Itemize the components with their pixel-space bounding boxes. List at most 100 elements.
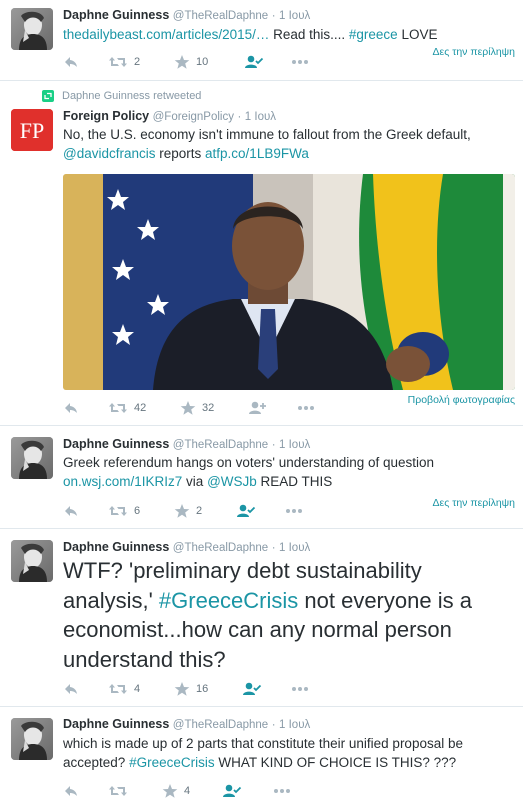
retweet-icon: [108, 783, 128, 799]
tweet-text: which is made up of 2 parts that constit…: [63, 734, 503, 772]
more-button[interactable]: [290, 681, 310, 697]
retweet-count: 4: [134, 683, 141, 695]
author-name[interactable]: Daphne Guinness: [63, 437, 169, 451]
more-button[interactable]: [272, 783, 292, 799]
reply-icon: [63, 783, 79, 799]
reply-button[interactable]: [63, 503, 79, 519]
avatar[interactable]: FP: [11, 109, 53, 151]
fp-logo-text: FP: [20, 118, 44, 143]
like-button[interactable]: 16: [174, 681, 208, 697]
hashtag-link[interactable]: #greece: [349, 27, 398, 42]
retweet-badge-icon: [42, 90, 54, 102]
like-star-icon: [174, 681, 190, 697]
mention-link[interactable]: @WSJb: [207, 474, 257, 489]
retweet-count: 2: [134, 56, 141, 68]
like-count: 10: [196, 56, 209, 68]
foreign-policy-logo: FP: [11, 109, 53, 151]
tweet-link[interactable]: on.wsj.com/1IKRIz7: [63, 474, 182, 489]
mention-link[interactable]: @davidcfrancis: [63, 146, 156, 161]
retweet-button[interactable]: 4: [108, 681, 140, 697]
tweet-1[interactable]: Daphne Guinness @TheRealDaphne · 1 Ιουλ …: [0, 0, 523, 81]
avatar-image: [11, 8, 53, 50]
view-summary-link[interactable]: Δες την περίληψη: [433, 497, 515, 509]
author-name[interactable]: Daphne Guinness: [63, 8, 169, 22]
like-button[interactable]: 32: [180, 400, 214, 416]
more-button[interactable]: [296, 400, 316, 416]
tweet-5[interactable]: Daphne Guinness @TheRealDaphne · 1 Ιουλ …: [0, 707, 523, 804]
like-star-icon: [174, 503, 190, 519]
like-button[interactable]: 2: [174, 503, 202, 519]
more-button[interactable]: [290, 54, 310, 70]
view-photo-link[interactable]: Προβολή φωτογραφίας: [408, 394, 515, 406]
reply-icon: [63, 54, 79, 70]
text-segment: via: [182, 474, 208, 489]
like-button[interactable]: 10: [174, 54, 208, 70]
tweet-4[interactable]: Daphne Guinness @TheRealDaphne · 1 Ιουλ …: [0, 529, 523, 707]
follow-button[interactable]: [242, 681, 262, 697]
tweet-time[interactable]: 1 Ιουλ: [279, 10, 310, 22]
like-count: 16: [196, 683, 209, 695]
avatar[interactable]: [11, 8, 53, 50]
tweet-2[interactable]: Daphne Guinness retweeted FP Foreign Pol…: [0, 81, 523, 426]
more-button[interactable]: [284, 503, 304, 519]
tweet-link[interactable]: atfp.co/1LB9FWa: [205, 146, 309, 161]
follow-button[interactable]: [222, 783, 242, 799]
reply-button[interactable]: [63, 54, 79, 70]
author-handle[interactable]: @ForeignPolicy: [153, 111, 234, 123]
author-handle[interactable]: @TheRealDaphne: [173, 439, 268, 451]
retweet-button[interactable]: 2: [108, 54, 140, 70]
author-name[interactable]: Daphne Guinness: [63, 540, 169, 554]
tweet-time[interactable]: 1 Ιουλ: [245, 111, 276, 123]
hashtag-link[interactable]: #GreeceCrisis: [129, 755, 215, 770]
retweet-icon: [108, 681, 128, 697]
hashtag-link[interactable]: #GreeceCrisis: [159, 588, 298, 613]
more-icon: [290, 681, 310, 697]
text-segment: Greek referendum hangs on voters' unders…: [63, 455, 435, 470]
text-segment: Read this....: [269, 27, 349, 42]
avatar-image: [11, 540, 53, 582]
follow-icon: [242, 681, 262, 697]
text-segment: WHAT KIND OF CHOICE IS THIS? ???: [214, 755, 457, 770]
separator: ·: [271, 719, 276, 731]
tweet-time[interactable]: 1 Ιουλ: [279, 719, 310, 731]
tweet-text: WTF? 'preliminary debt sustainability an…: [63, 556, 515, 674]
tweet-header: Foreign Policy @ForeignPolicy · 1 Ιουλ: [63, 109, 276, 123]
author-handle[interactable]: @TheRealDaphne: [173, 542, 268, 554]
retweet-button[interactable]: [108, 783, 128, 799]
tweet-header: Daphne Guinness @TheRealDaphne · 1 Ιουλ: [63, 540, 310, 554]
more-icon: [272, 783, 292, 799]
author-name[interactable]: Foreign Policy: [63, 109, 149, 123]
text-segment: reports: [155, 146, 206, 161]
retweet-button[interactable]: 42: [108, 400, 146, 416]
follow-button[interactable]: [236, 503, 256, 519]
tweet-3[interactable]: Daphne Guinness @TheRealDaphne · 1 Ιουλ …: [0, 426, 523, 529]
like-count: 4: [184, 785, 191, 797]
like-button[interactable]: 4: [162, 783, 190, 799]
tweet-photo[interactable]: [63, 174, 515, 390]
retweeted-by-label[interactable]: Daphne Guinness retweeted: [62, 90, 201, 102]
reply-button[interactable]: [63, 681, 79, 697]
author-handle[interactable]: @TheRealDaphne: [173, 719, 268, 731]
reply-button[interactable]: [63, 783, 79, 799]
avatar[interactable]: [11, 718, 53, 760]
follow-button[interactable]: [248, 400, 268, 416]
author-handle[interactable]: @TheRealDaphne: [173, 10, 268, 22]
like-count: 2: [196, 505, 203, 517]
follow-button[interactable]: [244, 54, 264, 70]
avatar[interactable]: [11, 540, 53, 582]
avatar[interactable]: [11, 437, 53, 479]
author-name[interactable]: Daphne Guinness: [63, 717, 169, 731]
tweet-link[interactable]: thedailybeast.com/articles/2015/…: [63, 27, 269, 42]
retweet-button[interactable]: 6: [108, 503, 140, 519]
tweet-header: Daphne Guinness @TheRealDaphne · 1 Ιουλ: [63, 717, 310, 731]
view-summary-link[interactable]: Δες την περίληψη: [433, 46, 515, 58]
photo-image: [63, 174, 515, 390]
tweet-time[interactable]: 1 Ιουλ: [279, 542, 310, 554]
separator: ·: [271, 439, 276, 451]
reply-button[interactable]: [63, 400, 79, 416]
retweeted-by: Daphne Guinness retweeted: [42, 90, 201, 102]
more-icon: [296, 400, 316, 416]
separator: ·: [271, 542, 276, 554]
tweet-time[interactable]: 1 Ιουλ: [279, 439, 310, 451]
like-star-icon: [180, 400, 196, 416]
